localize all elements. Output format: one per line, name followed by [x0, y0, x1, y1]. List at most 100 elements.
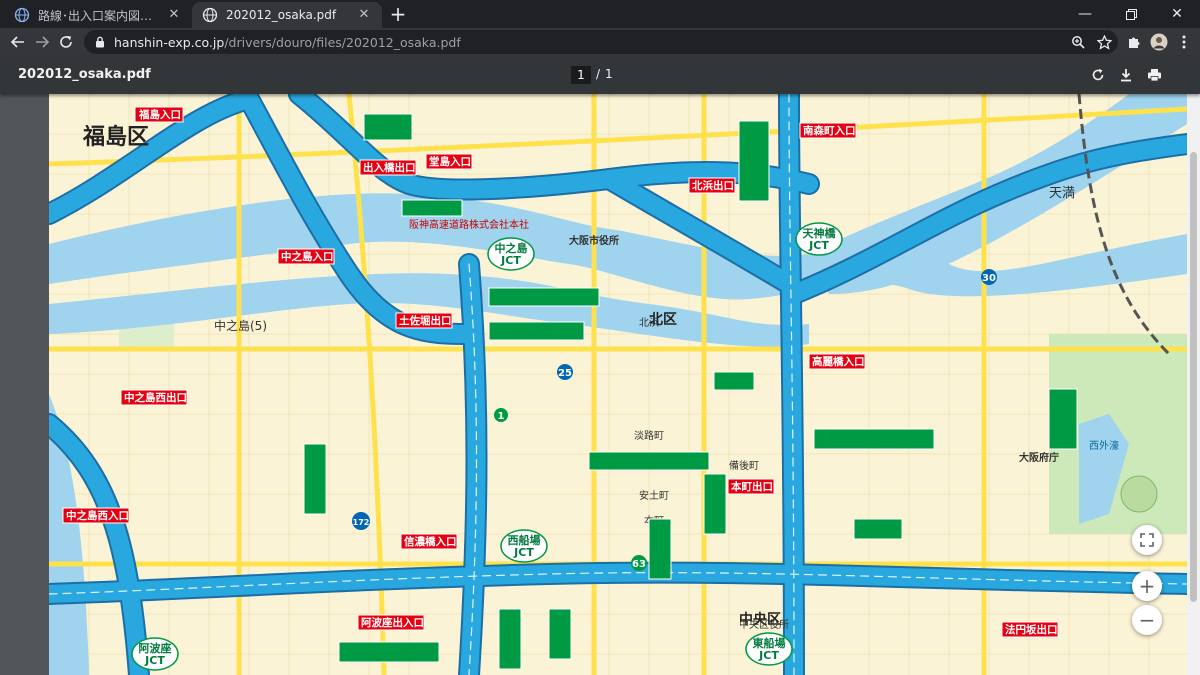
place-chuo-ward-office: 中央区役所	[739, 618, 789, 631]
svg-text:中之島: 中之島	[495, 241, 528, 255]
place-tenma: 天満	[1049, 186, 1075, 201]
pdf-title: 202012_osaka.pdf	[18, 67, 151, 82]
tab-pdf[interactable]: 202012_osaka.pdf ✕	[192, 2, 382, 28]
route-shield-30: 30	[981, 269, 997, 285]
rotate-icon[interactable]	[1087, 64, 1109, 86]
browser-toolbar: hanshin-exp.co.jp/drivers/douro/files/20…	[0, 28, 1200, 56]
svg-text:中之島西入口: 中之島西入口	[66, 509, 129, 522]
svg-text:西船場: 西船場	[508, 533, 541, 547]
svg-text:JCT: JCT	[500, 254, 521, 267]
route-shield-1: 1	[494, 408, 508, 422]
district-label-fukushima: 福島区	[82, 124, 149, 150]
svg-text:63: 63	[632, 559, 646, 570]
zoom-magnifier-icon[interactable]	[1066, 30, 1090, 54]
svg-text:天神橋: 天神橋	[803, 226, 837, 240]
svg-text:高麗橋入口: 高麗橋入口	[812, 355, 865, 368]
route-shield-63: 63	[631, 555, 647, 571]
close-tab-icon[interactable]: ✕	[166, 7, 182, 23]
exit-shinanobashi-iriguchi: 信濃橋入口	[400, 533, 458, 550]
svg-text:北浜出口: 北浜出口	[692, 179, 734, 192]
pdf-page[interactable]: 福島区 北区 中央区 大阪市役所 阪神高速道路株式会社本社 大阪府庁 中央区役所…	[49, 94, 1187, 675]
page-number-input[interactable]: 1	[571, 66, 591, 84]
svg-text:JCT: JCT	[144, 654, 165, 667]
exit-fukushima-iriguchi: 福島入口	[134, 106, 184, 123]
exit-izumibashi-deguchi: 出入橋出口	[359, 159, 417, 176]
exit-hoenzaka-deguchi: 法円坂出口	[1001, 621, 1059, 638]
close-tab-icon[interactable]: ✕	[356, 7, 372, 23]
extensions-puzzle-icon[interactable]	[1122, 30, 1146, 54]
restore-window-icon[interactable]	[1108, 0, 1154, 28]
pdf-viewer-toolbar: 202012_osaka.pdf 1 / 1	[0, 56, 1200, 94]
svg-text:阿波座: 阿波座	[139, 641, 172, 655]
new-tab-button[interactable]: +	[386, 3, 410, 27]
svg-text:南森町入口: 南森町入口	[803, 124, 856, 137]
svg-text:東船場: 東船場	[753, 636, 786, 650]
zoom-out-button[interactable]: −	[1132, 605, 1162, 635]
svg-text:30: 30	[982, 273, 996, 284]
svg-text:中之島入口: 中之島入口	[281, 250, 334, 263]
place-kitahama: 北浜	[639, 317, 659, 329]
jct-nakanoshima: 中之島JCT	[487, 237, 535, 271]
jct-awaza: 阿波座JCT	[131, 637, 179, 671]
forward-arrow-icon[interactable]	[30, 30, 54, 54]
profile-avatar-icon[interactable]	[1147, 30, 1171, 54]
url-host: hanshin-exp.co.jp	[114, 34, 225, 50]
close-window-icon[interactable]: ✕	[1154, 0, 1200, 28]
exit-koraibashi-iriguchi: 高麗橋入口	[808, 353, 866, 370]
place-bingomachi: 備後町	[729, 459, 759, 472]
chrome-menu-icon[interactable]	[1172, 30, 1196, 54]
jct-nishisenba: 西船場JCT	[500, 529, 548, 563]
svg-text:堂島入口: 堂島入口	[429, 155, 471, 168]
download-icon[interactable]	[1115, 64, 1137, 86]
place-azuchimachi: 安土町	[639, 489, 669, 502]
lock-icon	[96, 36, 104, 48]
svg-text:本町出口: 本町出口	[731, 480, 773, 493]
pdf-viewer[interactable]: 福島区 北区 中央区 大阪市役所 阪神高速道路株式会社本社 大阪府庁 中央区役所…	[0, 94, 1200, 675]
place-awajimachi: 淡路町	[634, 429, 664, 442]
minimize-window-icon[interactable]: —	[1062, 0, 1108, 28]
vertical-scrollbar[interactable]	[1187, 94, 1200, 675]
fit-icon	[1140, 533, 1154, 547]
exit-nakanoshima-iriguchi: 中之島入口	[277, 248, 335, 265]
svg-text:中之島西出口: 中之島西出口	[124, 391, 187, 404]
place-hanshin-hq: 阪神高速道路株式会社本社	[409, 218, 529, 231]
route-shield-172: 172	[352, 512, 370, 530]
exit-kitahama-deguchi: 北浜出口	[688, 177, 736, 194]
exit-dojima-iriguchi: 堂島入口	[425, 153, 473, 170]
exit-awaza-deguchi: 阿波座出入口	[357, 614, 425, 631]
exit-minamimorimachi-iriguchi: 南森町入口	[799, 122, 857, 139]
route-shield-25: 25	[557, 364, 573, 380]
place-nishi-sotobori: 西外濠	[1089, 439, 1119, 452]
svg-text:福島入口: 福島入口	[138, 108, 181, 121]
svg-text:阿波座出入口: 阿波座出入口	[361, 616, 424, 629]
print-icon[interactable]	[1143, 64, 1165, 86]
svg-text:JCT: JCT	[513, 546, 534, 559]
page-separator: /	[596, 67, 601, 81]
fit-to-page-button[interactable]	[1132, 525, 1162, 555]
page-total: 1	[605, 67, 613, 81]
svg-text:法円坂出口: 法円坂出口	[1005, 623, 1058, 636]
back-arrow-icon[interactable]	[6, 30, 30, 54]
reload-icon[interactable]	[54, 30, 78, 54]
tab-title: 202012_osaka.pdf	[226, 8, 337, 22]
place-osaka-pref-office: 大阪府庁	[1019, 451, 1059, 464]
osaka-route-map: 福島区 北区 中央区 大阪市役所 阪神高速道路株式会社本社 大阪府庁 中央区役所…	[49, 94, 1187, 675]
url-path: /drivers/douro/files/202012_osaka.pdf	[224, 34, 461, 50]
svg-text:25: 25	[558, 368, 572, 379]
jct-tenjinbashi: 天神橋JCT	[795, 222, 843, 256]
exit-tosabori-deguchi: 土佐堀出口	[395, 312, 453, 329]
svg-text:土佐堀出口: 土佐堀出口	[399, 314, 452, 327]
globe-favicon-icon	[14, 7, 30, 23]
svg-text:172: 172	[353, 518, 370, 527]
scrollbar-thumb[interactable]	[1190, 152, 1197, 602]
tab-hanshin-route-map[interactable]: 路線･出入口案内図｜阪神高速道路 ✕	[4, 2, 192, 28]
exit-nakanoshima-west-iriguchi: 中之島西入口	[62, 507, 130, 524]
svg-text:1: 1	[498, 411, 505, 422]
svg-text:信濃橋入口: 信濃橋入口	[404, 535, 457, 548]
zoom-in-button[interactable]: +	[1132, 571, 1162, 601]
globe-favicon-icon	[202, 7, 218, 23]
address-bar[interactable]: hanshin-exp.co.jp/drivers/douro/files/20…	[84, 30, 1118, 54]
bookmark-star-icon[interactable]	[1092, 30, 1116, 54]
svg-text:出入橋出口: 出入橋出口	[363, 161, 416, 174]
exit-nakanoshima-west-deguchi: 中之島西出口	[120, 389, 188, 406]
